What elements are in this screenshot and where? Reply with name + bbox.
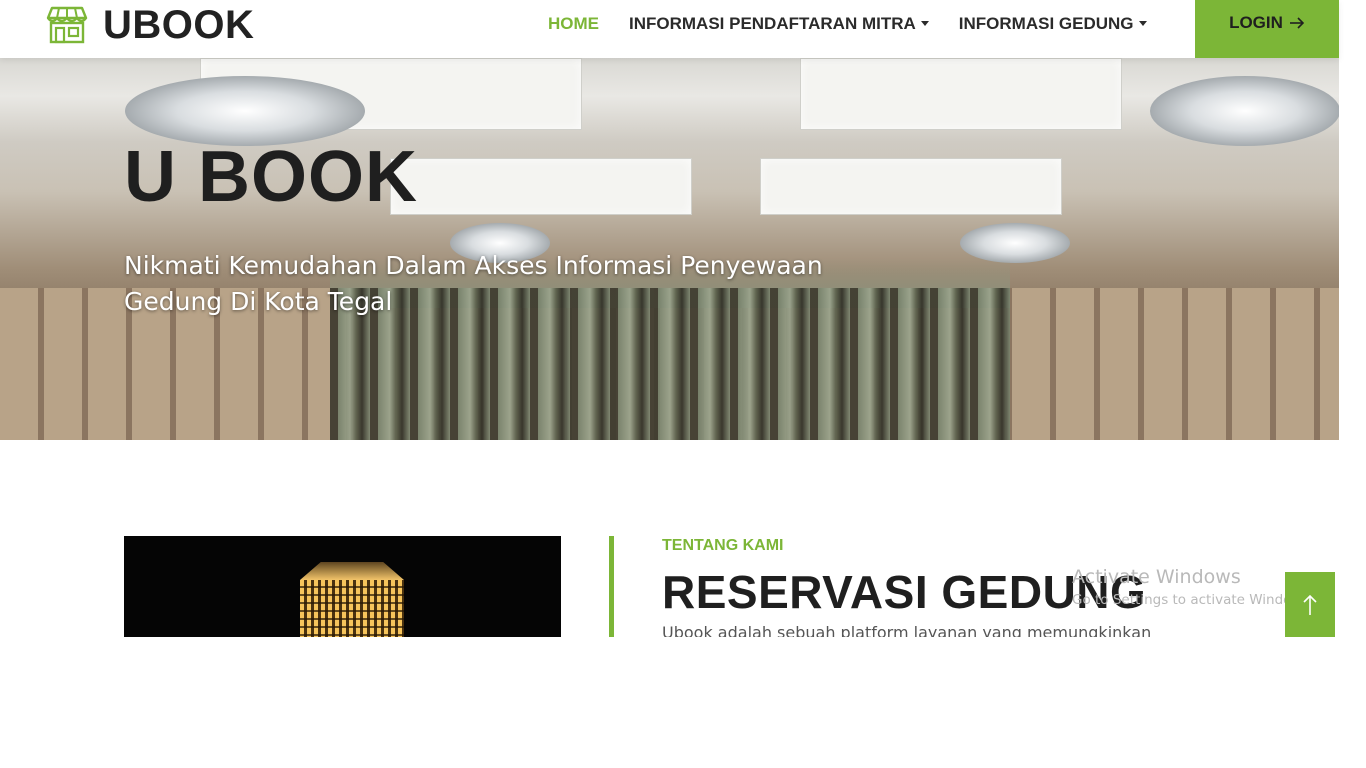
brand-name: UBOOK — [103, 3, 255, 47]
windows-activation-watermark: Activate Windows Go to Settings to activ… — [1072, 566, 1314, 611]
arrow-up-icon — [1303, 594, 1317, 615]
ceiling-decor — [390, 158, 692, 215]
building-illustration — [300, 580, 404, 637]
watermark-title: Activate Windows — [1072, 566, 1241, 588]
ceiling-decor — [800, 58, 1122, 130]
brand-logo[interactable]: UBOOK — [46, 4, 254, 46]
login-button[interactable]: LOGIN — [1195, 0, 1339, 58]
caret-down-icon — [1138, 20, 1147, 26]
site-header: UBOOK HOME INFORMASI PENDAFTARAN MITRA I… — [0, 0, 1339, 58]
nav-gedung-label: INFORMASI GEDUNG — [958, 14, 1134, 33]
chandelier-decor — [960, 223, 1070, 263]
about-image — [124, 536, 561, 637]
hero-subtitle: Nikmati Kemudahan Dalam Akses Informasi … — [124, 248, 824, 320]
page-fold — [0, 637, 1366, 768]
chandelier-decor — [125, 76, 365, 146]
nav-home[interactable]: HOME — [548, 14, 599, 34]
arrow-right-icon — [1289, 17, 1305, 29]
about-tag: TENTANG KAMI — [662, 537, 784, 554]
hero-subtitle-line1: Nikmati Kemudahan Dalam Akses Informasi … — [124, 251, 823, 280]
chandelier-decor — [1150, 76, 1339, 146]
nav-informasi-pendaftaran-mitra[interactable]: INFORMASI PENDAFTARAN MITRA — [629, 14, 929, 34]
hero-subtitle-line2: Gedung Di Kota Tegal — [124, 287, 393, 316]
storefront-icon — [46, 6, 88, 44]
login-label: LOGIN — [1229, 13, 1283, 32]
main-nav: HOME INFORMASI PENDAFTARAN MITRA INFORMA… — [548, 0, 1177, 48]
about-accent-bar — [609, 536, 614, 637]
back-to-top-button[interactable] — [1285, 572, 1335, 637]
watermark-subtitle: Go to Settings to activate Windows. — [1072, 592, 1314, 608]
caret-down-icon — [920, 20, 929, 26]
nav-informasi-gedung[interactable]: INFORMASI GEDUNG — [959, 14, 1147, 34]
ceiling-decor — [760, 158, 1062, 215]
nav-home-label: HOME — [548, 14, 599, 33]
nav-mitra-label: INFORMASI PENDAFTARAN MITRA — [629, 14, 916, 33]
hero-title: U BOOK — [124, 137, 418, 217]
